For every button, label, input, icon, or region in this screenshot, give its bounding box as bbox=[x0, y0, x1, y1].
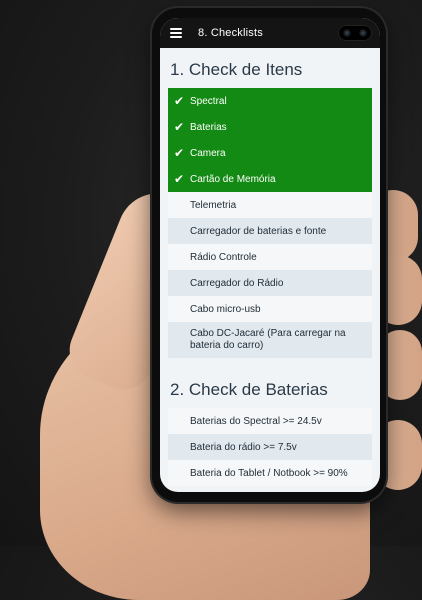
check-icon: ✔ bbox=[174, 172, 185, 186]
checklist-item[interactable]: Carregador de baterias e fonte bbox=[168, 218, 372, 244]
checklist-item-label: Cartão de Memória bbox=[190, 173, 276, 185]
checklist-item[interactable]: Rádio Controle bbox=[168, 244, 372, 270]
front-camera bbox=[338, 25, 372, 41]
checklist-item-label: Carregador de baterias e fonte bbox=[190, 225, 327, 237]
checklist-item-label: Carregador do Rádio bbox=[190, 277, 284, 289]
checklist-item-label: Telemetria bbox=[190, 199, 237, 211]
checklist-item-label: Cabo DC-Jacaré (Para carregar na bateria… bbox=[190, 328, 346, 351]
check-icon: ✔ bbox=[174, 120, 185, 134]
section-title-baterias: 2. Check de Baterias bbox=[170, 380, 328, 399]
checklist-item[interactable]: Cabo DC-Jacaré (Para carregar na bateria… bbox=[168, 322, 372, 358]
checklist-item-label: Baterias bbox=[190, 121, 227, 133]
checklist-item[interactable]: Bateria do Tablet / Notbook >= 90% bbox=[168, 460, 372, 486]
checklist-item[interactable]: Cabo micro-usb bbox=[168, 296, 372, 322]
checklist-item-label: Camera bbox=[190, 147, 226, 159]
checklist-item[interactable]: Bateria do rádio >= 7.5v bbox=[168, 434, 372, 460]
checklist-item[interactable]: Baterias do Spectral >= 24.5v bbox=[168, 408, 372, 434]
checklist-item[interactable]: ✔ Camera bbox=[168, 140, 372, 166]
checklist-itens: ✔ Spectral ✔ Baterias ✔ Camera ✔ Cartão de Memó… bbox=[168, 88, 372, 358]
checklist-item-label: Cabo micro-usb bbox=[190, 303, 261, 315]
checklist-item[interactable]: Carregador do Rádio bbox=[168, 270, 372, 296]
checklist-item-label: Bateria do Tablet / Notbook >= 90% bbox=[190, 467, 348, 479]
phone-frame: 8. Checklists 1. Check de Itens ✔ Spectra… bbox=[152, 8, 386, 502]
app-bar: 8. Checklists bbox=[160, 18, 380, 48]
checklist-item-label: Baterias do Spectral >= 24.5v bbox=[190, 415, 322, 427]
app-title: 8. Checklists bbox=[198, 27, 263, 39]
checklist-item-label: Spectral bbox=[190, 95, 227, 107]
checklist-item[interactable]: ✔ Baterias bbox=[168, 114, 372, 140]
check-icon: ✔ bbox=[174, 94, 185, 108]
checklist-item[interactable]: Telemetria bbox=[168, 192, 372, 218]
section-title-itens: 1. Check de Itens bbox=[170, 60, 303, 79]
checklist-content: 1. Check de Itens ✔ Spectral ✔ Baterias ✔ Cam… bbox=[160, 60, 380, 486]
check-icon: ✔ bbox=[174, 146, 185, 160]
phone-screen: 8. Checklists 1. Check de Itens ✔ Spectra… bbox=[160, 18, 380, 492]
checklist-item[interactable]: ✔ Cartão de Memória bbox=[168, 166, 372, 192]
checklist-baterias: Baterias do Spectral >= 24.5v Bateria do … bbox=[168, 408, 372, 486]
checklist-item-label: Bateria do rádio >= 7.5v bbox=[190, 441, 297, 453]
hamburger-menu-icon[interactable] bbox=[170, 28, 182, 38]
checklist-item-label: Rádio Controle bbox=[190, 251, 257, 263]
checklist-item[interactable]: ✔ Spectral bbox=[168, 88, 372, 114]
